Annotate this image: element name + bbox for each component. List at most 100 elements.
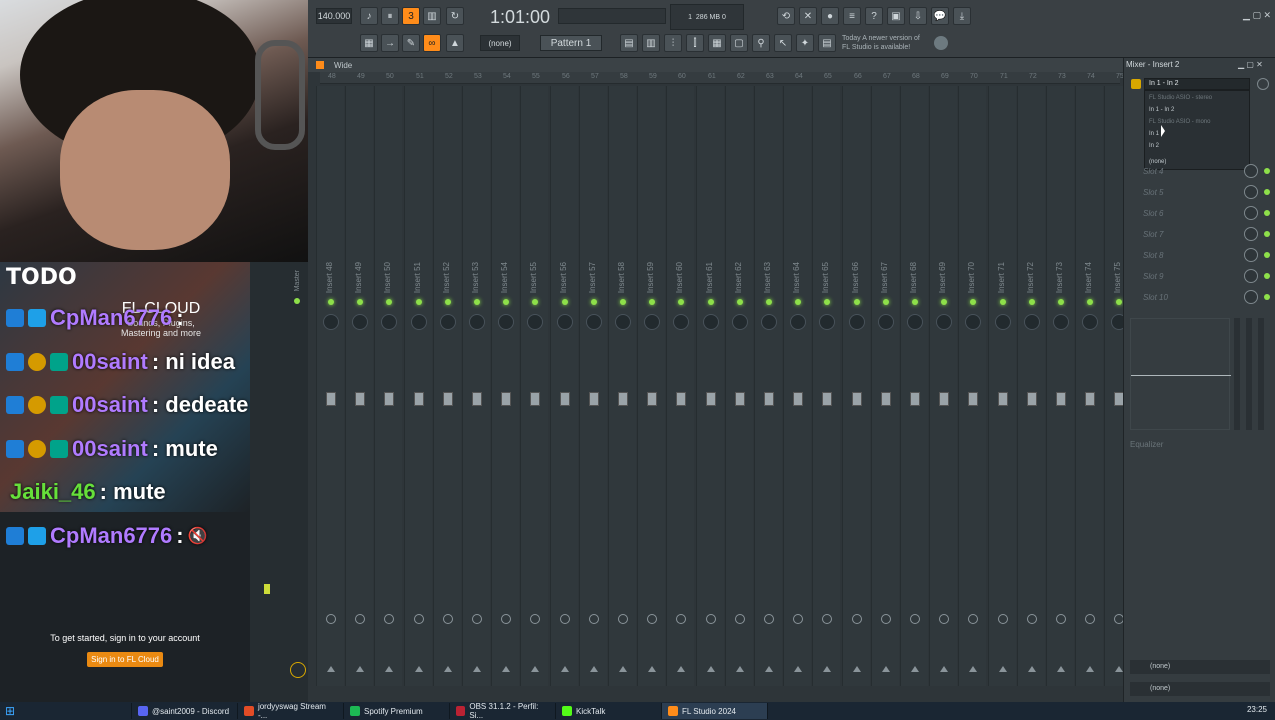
track-enable-led[interactable] (854, 299, 860, 305)
dropdown-item[interactable]: In 1 - In 2 (1149, 107, 1174, 113)
route-arrow-icon[interactable] (415, 666, 423, 672)
output-select-2[interactable]: (none) (1130, 682, 1270, 696)
track-enable-led[interactable] (649, 299, 655, 305)
track-enable-led[interactable] (824, 299, 830, 305)
volume-fader-handle[interactable] (501, 392, 511, 406)
input-icon[interactable] (1131, 79, 1141, 89)
taskbar-item[interactable]: Spotify Premium (344, 703, 450, 719)
volume-fader-handle[interactable] (939, 392, 949, 406)
volume-fader-handle[interactable] (676, 392, 686, 406)
mixer-track[interactable]: Insert 51 (404, 86, 432, 686)
piano-roll-icon[interactable]: ⫿ (686, 34, 704, 52)
update-icon[interactable] (934, 36, 948, 50)
window-controls[interactable]: ▁ ▢ ✕ (1243, 10, 1271, 21)
mixer-track[interactable]: Insert 60 (666, 86, 694, 686)
route-arrow-icon[interactable] (882, 666, 890, 672)
fx-slot[interactable]: Slot 4 (1143, 162, 1163, 180)
track-enable-led[interactable] (795, 299, 801, 305)
arrow-icon[interactable]: → (381, 34, 399, 52)
master-link-knob[interactable] (290, 662, 306, 678)
dropdown-item[interactable]: In 2 (1149, 143, 1159, 149)
pan-knob[interactable] (907, 314, 923, 330)
pattern-none-select[interactable]: (none) (480, 35, 520, 51)
fx-slot[interactable]: Slot 7 (1143, 225, 1163, 243)
pan-knob[interactable] (586, 314, 602, 330)
volume-fader-handle[interactable] (618, 392, 628, 406)
master-led[interactable] (294, 298, 300, 304)
windows-start-icon[interactable]: ⊞ (0, 702, 20, 720)
mixer-track[interactable]: Insert 49 (345, 86, 373, 686)
route-knob[interactable] (618, 614, 628, 624)
pan-knob[interactable] (673, 314, 689, 330)
track-enable-led[interactable] (386, 299, 392, 305)
volume-fader-handle[interactable] (647, 392, 657, 406)
track-enable-led[interactable] (474, 299, 480, 305)
slot-enable-led[interactable] (1264, 210, 1270, 216)
pan-knob[interactable] (1024, 314, 1040, 330)
volume-fader-handle[interactable] (355, 392, 365, 406)
fx-slot[interactable]: Slot 6 (1143, 204, 1163, 222)
route-arrow-icon[interactable] (765, 666, 773, 672)
mixer-track[interactable]: Insert 53 (462, 86, 490, 686)
template-icon[interactable]: ▤ (818, 34, 836, 52)
track-enable-led[interactable] (912, 299, 918, 305)
pan-knob[interactable] (965, 314, 981, 330)
route-arrow-icon[interactable] (823, 666, 831, 672)
track-enable-led[interactable] (1087, 299, 1093, 305)
pan-knob[interactable] (411, 314, 427, 330)
mixer-track[interactable]: Insert 69 (929, 86, 957, 686)
settings-icon[interactable] (1257, 78, 1269, 90)
time-display[interactable]: 1:01:00 (484, 4, 556, 30)
track-enable-led[interactable] (562, 299, 568, 305)
route-knob[interactable] (443, 614, 453, 624)
route-knob[interactable] (822, 614, 832, 624)
pan-knob[interactable] (323, 314, 339, 330)
stereo-fader[interactable] (1258, 318, 1264, 430)
cursor-icon[interactable]: ↖ (774, 34, 792, 52)
mixer-track[interactable]: Insert 65 (812, 86, 840, 686)
route-knob[interactable] (910, 614, 920, 624)
pan-knob[interactable] (819, 314, 835, 330)
track-enable-led[interactable] (503, 299, 509, 305)
track-enable-led[interactable] (737, 299, 743, 305)
route-knob[interactable] (1085, 614, 1095, 624)
route-arrow-icon[interactable] (794, 666, 802, 672)
track-enable-led[interactable] (620, 299, 626, 305)
mixer-track[interactable]: Insert 52 (433, 86, 461, 686)
output-select[interactable]: (none) (1130, 660, 1270, 674)
pan-knob[interactable] (732, 314, 748, 330)
route-knob[interactable] (530, 614, 540, 624)
track-enable-led[interactable] (445, 299, 451, 305)
track-enable-led[interactable] (883, 299, 889, 305)
playback-slider[interactable] (558, 8, 666, 24)
route-arrow-icon[interactable] (356, 666, 364, 672)
piano-icon[interactable]: ▦ (360, 34, 378, 52)
slot-enable-led[interactable] (1264, 189, 1270, 195)
pan-knob[interactable] (644, 314, 660, 330)
route-knob[interactable] (355, 614, 365, 624)
route-knob[interactable] (647, 614, 657, 624)
slot-mix-knob[interactable] (1244, 206, 1258, 220)
undo-history-icon[interactable]: ⟲ (777, 7, 795, 25)
tempo-display[interactable]: 140.000 (316, 8, 352, 24)
route-arrow-icon[interactable] (1057, 666, 1065, 672)
pencil-icon[interactable]: ✎ (402, 34, 420, 52)
route-knob[interactable] (968, 614, 978, 624)
route-arrow-icon[interactable] (502, 666, 510, 672)
volume-fader-handle[interactable] (735, 392, 745, 406)
pattern-select[interactable]: Pattern 1 (540, 35, 602, 51)
route-arrow-icon[interactable] (619, 666, 627, 672)
mixer-track[interactable]: Insert 59 (637, 86, 665, 686)
mixer-track[interactable]: Insert 71 (988, 86, 1016, 686)
slot-mix-knob[interactable] (1244, 185, 1258, 199)
route-arrow-icon[interactable] (940, 666, 948, 672)
route-knob[interactable] (764, 614, 774, 624)
mixer-track[interactable]: Insert 57 (579, 86, 607, 686)
volume-fader-handle[interactable] (384, 392, 394, 406)
insert-window-controls[interactable]: ▁ ▢ ✕ (1238, 60, 1263, 69)
taskbar-pinned-icons[interactable] (20, 703, 132, 719)
mixer-track[interactable]: Insert 64 (783, 86, 811, 686)
countdown-icon[interactable]: 3 (402, 7, 420, 25)
help-icon[interactable]: ? (865, 7, 883, 25)
metronome-icon[interactable]: ♪ (360, 7, 378, 25)
